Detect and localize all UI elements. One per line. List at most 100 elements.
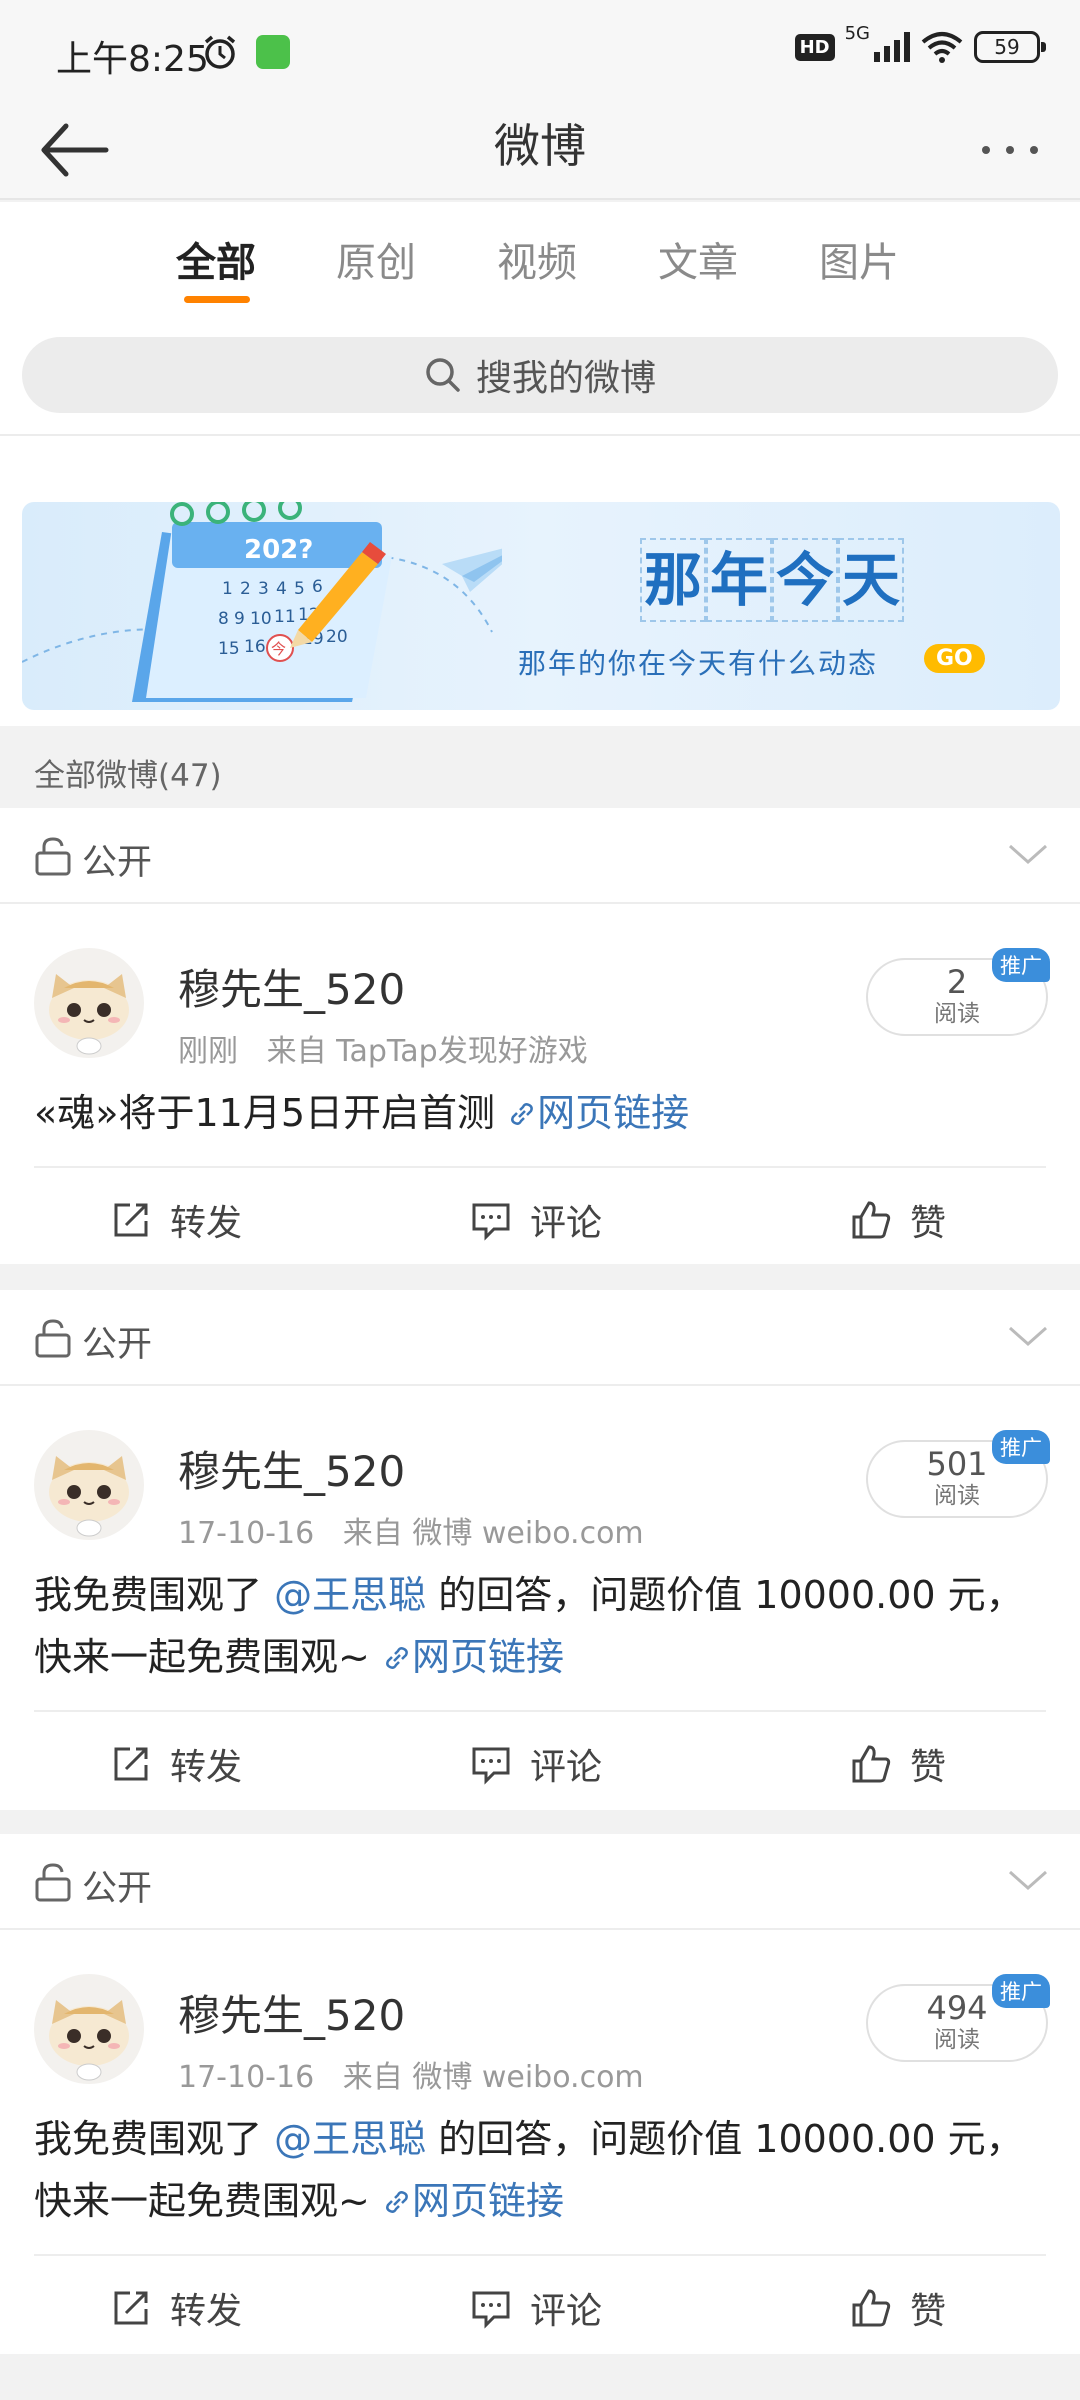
promo-tag[interactable]: 推广 xyxy=(992,1430,1050,1464)
alarm-icon xyxy=(204,35,236,69)
username[interactable]: 穆先生_520 xyxy=(178,1438,405,1499)
comment-button[interactable]: 评论 xyxy=(470,2282,602,2334)
post-text: «魂»将于11月5日开启首测 网页链接 xyxy=(34,1082,1044,1144)
repost-icon xyxy=(114,1747,148,1781)
on-this-day-banner[interactable]: 202? 1 2 3 4 5 6 8 9 10 11 12 15 16 19 2… xyxy=(22,502,1060,710)
banner-title-char: 那 xyxy=(640,538,706,622)
chevron-down-icon[interactable] xyxy=(1006,1322,1050,1350)
read-count-badge[interactable]: 501 阅读 推广 xyxy=(866,1430,1050,1518)
username[interactable]: 穆先生_520 xyxy=(178,1982,405,2043)
banner-subtitle: 那年的你在今天有什么动态 xyxy=(518,647,879,680)
status-time: 上午8:25 xyxy=(56,39,209,80)
tab-original[interactable]: 原创 xyxy=(336,230,416,288)
read-count-badge[interactable]: 494 阅读 推广 xyxy=(866,1974,1050,2062)
promo-tag[interactable]: 推广 xyxy=(992,1974,1050,2008)
user-mention[interactable]: @王思聪 xyxy=(274,2117,426,2161)
network-type: 5G xyxy=(844,22,870,44)
tab-picture[interactable]: 图片 xyxy=(819,230,899,288)
avatar[interactable] xyxy=(34,1974,144,2084)
search-placeholder: 搜我的微博 xyxy=(475,358,656,399)
repost-button[interactable]: 转发 xyxy=(110,2282,242,2334)
calendar-day: 8 xyxy=(218,609,229,629)
banner-title-char: 天 xyxy=(838,538,904,622)
status-bar: 上午8:25 HD 5G 59 xyxy=(0,0,1080,100)
avatar[interactable] xyxy=(34,948,144,1058)
repost-label: 转发 xyxy=(170,1203,243,1244)
user-mention[interactable]: @王思聪 xyxy=(274,1573,426,1617)
post-text-body: 我免费围观了 xyxy=(34,2117,275,2161)
chevron-down-icon[interactable] xyxy=(1006,840,1050,868)
action-bar: 转发 评论 赞 xyxy=(34,1710,1046,1808)
calendar-day: 20 xyxy=(326,627,348,647)
post-text-body: 我免费围观了 xyxy=(34,1573,275,1617)
comment-icon xyxy=(472,2291,510,2329)
search-input[interactable]: 搜我的微博 xyxy=(22,337,1058,413)
web-link[interactable]: 网页链接 xyxy=(382,2179,564,2223)
post-text-body: «魂»将于11月5日开启首测 xyxy=(34,1091,496,1135)
avatar[interactable] xyxy=(34,1430,144,1540)
web-link[interactable]: 网页链接 xyxy=(507,1091,689,1135)
tab-article[interactable]: 文章 xyxy=(658,230,738,288)
banner-title-char: 年 xyxy=(706,538,772,622)
action-bar: 转发 评论 赞 xyxy=(34,1166,1046,1264)
search-area: 搜我的微博 xyxy=(0,320,1080,436)
calendar-day: 15 xyxy=(218,639,240,659)
post-card: 公开 穆先生_520 17-10-16 来自 微博 weibo.com 494 … xyxy=(0,1834,1080,2354)
link-icon xyxy=(511,1103,534,1125)
post-source: 来自 微博 weibo.com xyxy=(342,2060,644,2095)
promo-tag[interactable]: 推广 xyxy=(992,948,1050,982)
post-text: 我免费围观了 @王思聪 的回答，问题价值 10000.00 元，快来一起免费围观… xyxy=(34,2108,1044,2232)
post-meta: 刚刚 来自 TapTap发现好游戏 xyxy=(178,1026,588,1070)
banner-title: 那 年 今 天 xyxy=(640,538,904,622)
repost-button[interactable]: 转发 xyxy=(110,1194,242,1246)
search-icon xyxy=(426,358,460,392)
post-text: 我免费围观了 @王思聪 的回答，问题价值 10000.00 元，快来一起免费围观… xyxy=(34,1564,1044,1688)
calendar-illustration: 202? 1 2 3 4 5 6 8 9 10 11 12 15 16 19 2… xyxy=(22,502,502,702)
repost-icon xyxy=(114,1203,148,1237)
web-link[interactable]: 网页链接 xyxy=(382,1635,564,1679)
signal-icon xyxy=(874,32,910,62)
post-time: 刚刚 xyxy=(178,1034,238,1069)
lock-icon xyxy=(35,837,71,876)
banner-go-button[interactable]: GO xyxy=(924,644,985,673)
lock-icon xyxy=(35,1863,71,1902)
calendar-day: 2 xyxy=(240,579,251,599)
privacy-row[interactable]: 公开 xyxy=(0,1290,1080,1386)
battery-level: 59 xyxy=(994,35,1020,59)
calendar-day: 11 xyxy=(274,607,296,627)
post-card: 公开 穆先生_520 刚刚 来自 TapTap发现好游戏 2 阅读 推广 «魂»… xyxy=(0,808,1080,1264)
like-button[interactable]: 赞 xyxy=(850,2282,946,2334)
cat-avatar-icon xyxy=(49,2000,129,2081)
status-indicators: HD 5G 59 xyxy=(794,23,1046,64)
username[interactable]: 穆先生_520 xyxy=(178,956,405,1017)
comment-label: 评论 xyxy=(530,1747,603,1788)
tab-all[interactable]: 全部 xyxy=(176,230,256,288)
banner-area: 202? 1 2 3 4 5 6 8 9 10 11 12 15 16 19 2… xyxy=(0,436,1080,726)
link-icon xyxy=(386,2191,408,2213)
cat-avatar-icon xyxy=(49,1456,129,1537)
privacy-row[interactable]: 公开 xyxy=(0,808,1080,904)
today-marker: 今 xyxy=(271,640,286,658)
battery-icon: 59 xyxy=(974,31,1046,63)
banner-title-char: 今 xyxy=(772,538,838,622)
like-button[interactable]: 赞 xyxy=(850,1194,946,1246)
calendar-year: 202? xyxy=(244,535,313,565)
comment-button[interactable]: 评论 xyxy=(470,1194,602,1246)
chevron-down-icon[interactable] xyxy=(1006,1866,1050,1894)
like-button[interactable]: 赞 xyxy=(850,1738,946,1790)
post-meta: 17-10-16 来自 微博 weibo.com xyxy=(178,2052,644,2096)
tab-video[interactable]: 视频 xyxy=(497,230,577,288)
calendar-day: 6 xyxy=(312,577,323,597)
like-label: 赞 xyxy=(910,2291,947,2332)
read-label: 阅读 xyxy=(934,1483,980,1509)
repost-button[interactable]: 转发 xyxy=(110,1738,242,1790)
privacy-row[interactable]: 公开 xyxy=(0,1834,1080,1930)
calendar-day: 4 xyxy=(276,579,287,599)
read-label: 阅读 xyxy=(934,2027,980,2053)
comment-button[interactable]: 评论 xyxy=(470,1738,602,1790)
like-label: 赞 xyxy=(910,1747,947,1788)
read-count-badge[interactable]: 2 阅读 推广 xyxy=(866,948,1050,1036)
calendar-day: 3 xyxy=(258,579,269,599)
active-tab-indicator xyxy=(184,296,250,303)
web-link-label: 网页链接 xyxy=(411,1635,564,1679)
